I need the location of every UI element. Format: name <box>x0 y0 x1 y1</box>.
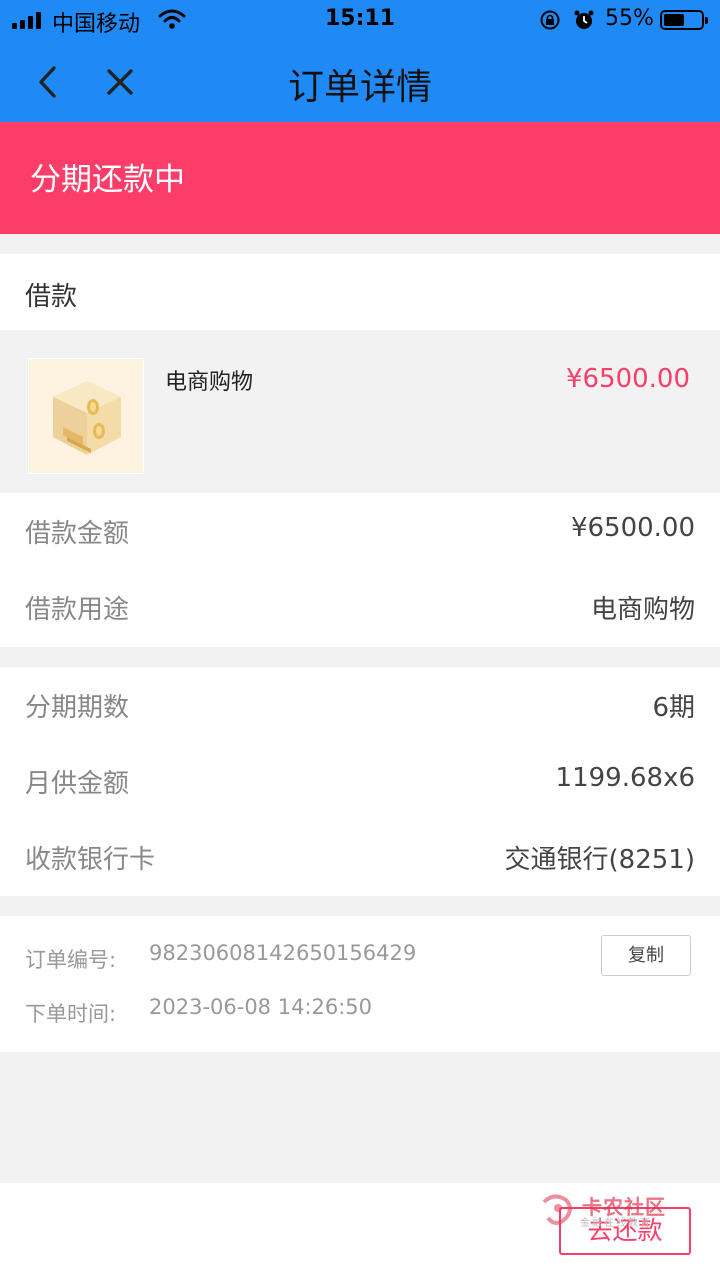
loan-section-title: 借款 <box>25 282 78 312</box>
detail-value: ¥6500.00 <box>570 513 695 543</box>
copy-button[interactable]: 复制 <box>601 935 691 976</box>
watermark-subtext: 金融在线教育 <box>580 1218 652 1229</box>
alarm-icon <box>574 10 594 29</box>
detail-row: 借款用途 电商购物 <box>0 569 720 645</box>
detail-label: 月供金额 <box>25 769 130 799</box>
installment-details-section: 分期期数 6期 月供金额 1199.68x6 收款银行卡 交通银行(8251) <box>0 667 720 896</box>
order-time-label: 下单时间: <box>25 1002 117 1026</box>
product-thumbnail <box>28 358 144 474</box>
coin-box-icon <box>53 381 121 455</box>
detail-row: 分期期数 6期 <box>0 667 720 743</box>
detail-label: 借款用途 <box>25 595 130 625</box>
top-bar: 中国移动 15:11 55% 订单详情 <box>0 0 720 122</box>
detail-value: 电商购物 <box>590 595 695 625</box>
detail-value: 6期 <box>652 693 695 723</box>
battery-level <box>664 14 684 26</box>
detail-value: 1199.68x6 <box>555 763 695 793</box>
product-price: ¥6500.00 <box>565 364 690 394</box>
detail-value: 交通银行(8251) <box>504 845 695 875</box>
product-name: 电商购物 <box>165 370 254 395</box>
detail-row: 收款银行卡 交通银行(8251) <box>0 819 720 895</box>
status-banner: 分期还款中 <box>0 122 720 234</box>
order-number-label: 订单编号: <box>25 948 117 972</box>
battery-percent: 55% <box>605 6 654 31</box>
detail-row: 月供金额 1199.68x6 <box>0 743 720 819</box>
status-bar: 中国移动 15:11 55% <box>0 0 720 40</box>
detail-row: 借款金额 ¥6500.00 <box>0 493 720 569</box>
loan-details-section: 借款金额 ¥6500.00 借款用途 电商购物 <box>0 493 720 647</box>
detail-label: 分期期数 <box>25 693 130 723</box>
detail-label: 收款银行卡 <box>25 845 156 875</box>
orientation-lock-icon <box>540 10 560 30</box>
detail-label: 借款金额 <box>25 519 130 549</box>
order-number-value: 98230608142650156429 <box>149 941 417 965</box>
loan-section-header: 借款 <box>0 254 720 330</box>
order-time-value: 2023-06-08 14:26:50 <box>149 995 373 1019</box>
status-banner-text: 分期还款中 <box>30 162 185 198</box>
battery-icon <box>660 10 708 30</box>
page-title: 订单详情 <box>287 67 432 108</box>
